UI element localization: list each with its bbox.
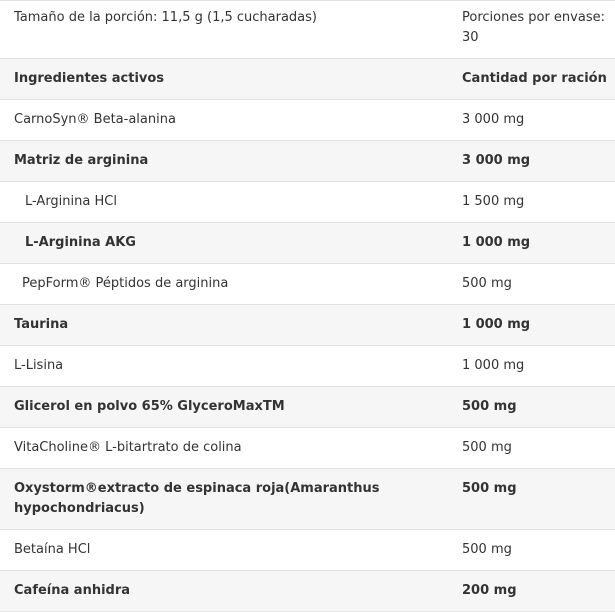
serving-size: Tamaño de la porción: 11,5 g (1,5 cuchar… [0, 0, 448, 59]
column-header-row: Ingredientes activos Cantidad por ración [0, 58, 615, 100]
ingredient-amount: 3 000 mg [448, 99, 615, 141]
table-row: L-Arginina AKG 1 000 mg [0, 222, 615, 264]
ingredient-amount: 500 mg [448, 386, 615, 428]
ingredient-amount: 3 000 mg [448, 140, 615, 182]
ingredient-name: PepForm® Péptidos de arginina [0, 263, 448, 305]
ingredient-name: Betaína HCl [0, 529, 448, 571]
ingredient-amount: 1 000 mg [448, 222, 615, 264]
amount-header: Cantidad por ración [448, 58, 615, 100]
ingredient-name: L-Lisina [0, 345, 448, 387]
table-row: PepForm® Péptidos de arginina 500 mg [0, 263, 615, 305]
ingredient-amount: 200 mg [448, 570, 615, 612]
ingredient-name: Glicerol en polvo 65% GlyceroMaxTM [0, 386, 448, 428]
ingredient-name: Taurina [0, 304, 448, 346]
ingredient-name: L-Arginina AKG [0, 222, 448, 264]
ingredient-name: Oxystorm®extracto de espinaca roja(Amara… [0, 468, 448, 530]
ingredient-amount: 1 000 mg [448, 304, 615, 346]
servings-per-container: Porciones por envase: 30 [448, 0, 615, 59]
table-row: Betaína HCl 500 mg [0, 529, 615, 571]
ingredient-name: L-Arginina HCl [0, 181, 448, 223]
supplement-facts-table: Tamaño de la porción: 11,5 g (1,5 cuchar… [0, 0, 615, 612]
ingredient-name: CarnoSyn® Beta-alanina [0, 99, 448, 141]
table-row: Matriz de arginina 3 000 mg [0, 140, 615, 182]
table-row: Taurina 1 000 mg [0, 304, 615, 346]
ingredient-name: Matriz de arginina [0, 140, 448, 182]
ingredient-amount: 500 mg [448, 427, 615, 469]
serving-info-row: Tamaño de la porción: 11,5 g (1,5 cuchar… [0, 0, 615, 59]
table-row: Glicerol en polvo 65% GlyceroMaxTM 500 m… [0, 386, 615, 428]
table-row: CarnoSyn® Beta-alanina 3 000 mg [0, 99, 615, 141]
table-row: L-Arginina HCl 1 500 mg [0, 181, 615, 223]
ingredient-amount: 500 mg [448, 468, 615, 530]
table-row: Oxystorm®extracto de espinaca roja(Amara… [0, 468, 615, 530]
table-row: Cafeína anhidra 200 mg [0, 570, 615, 612]
ingredient-name: Cafeína anhidra [0, 570, 448, 612]
table-row: L-Lisina 1 000 mg [0, 345, 615, 387]
ingredient-amount: 500 mg [448, 529, 615, 571]
ingredient-name: VitaCholine® L-bitartrato de colina [0, 427, 448, 469]
ingredient-amount: 500 mg [448, 263, 615, 305]
table-row: VitaCholine® L-bitartrato de colina 500 … [0, 427, 615, 469]
ingredient-amount: 1 500 mg [448, 181, 615, 223]
ingredient-amount: 1 000 mg [448, 345, 615, 387]
ingredients-header: Ingredientes activos [0, 58, 448, 100]
